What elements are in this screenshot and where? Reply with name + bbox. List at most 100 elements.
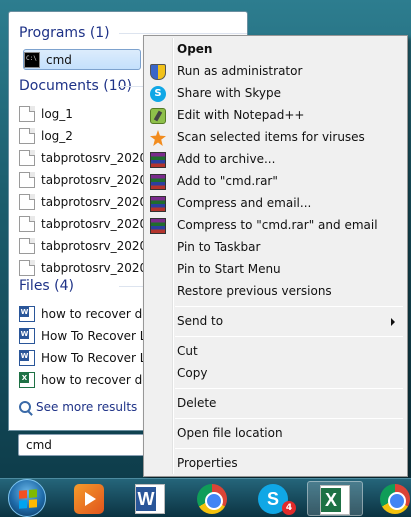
menu-item-label: Edit with Notepad++ [177, 108, 305, 122]
menu-separator [175, 418, 403, 419]
file-item[interactable]: How To Recover L [19, 325, 145, 346]
taskbar: S 4 [0, 478, 411, 517]
file-label: how to recover de [41, 306, 145, 321]
word-doc-icon [19, 327, 35, 344]
programs-header[interactable]: Programs (1) [19, 25, 247, 41]
document-item[interactable]: tabprotosrv_2020_ [19, 147, 145, 168]
document-label: tabprotosrv_2020_ [41, 238, 145, 253]
menu-separator [175, 306, 403, 307]
winrar-icon [150, 196, 166, 212]
taskbar-button-skype[interactable]: S 4 [246, 481, 302, 516]
menu-item-restore-previous-versions[interactable]: Restore previous versions [146, 281, 405, 303]
menu-item-compress-and-email[interactable]: Compress and email... [146, 193, 405, 215]
menu-item-delete[interactable]: Delete [146, 393, 405, 415]
menu-item-properties[interactable]: Properties [146, 453, 405, 475]
text-document-icon [19, 105, 35, 122]
document-label: log_2 [41, 128, 73, 143]
excel-icon [320, 485, 350, 515]
menu-item-share-with-skype[interactable]: S Share with Skype [146, 83, 405, 105]
text-document-icon [19, 127, 35, 144]
file-label: How To Recover L [41, 350, 145, 365]
menu-item-label: Pin to Taskbar [177, 240, 261, 254]
winrar-icon [150, 152, 166, 168]
files-header[interactable]: Files (4) [19, 278, 247, 294]
menu-item-scan-for-viruses[interactable]: Scan selected items for viruses [146, 127, 405, 149]
file-item[interactable]: how to recover de [19, 303, 145, 324]
program-item-cmd[interactable]: cmd [23, 49, 141, 70]
menu-item-add-to-cmd-rar[interactable]: Add to "cmd.rar" [146, 171, 405, 193]
menu-item-copy[interactable]: Copy [146, 363, 405, 385]
start-orb-button[interactable] [8, 479, 46, 517]
menu-item-cut[interactable]: Cut [146, 341, 405, 363]
taskbar-button-excel[interactable] [307, 481, 363, 516]
media-player-icon [74, 484, 104, 514]
menu-item-compress-to-cmd-rar-and-email[interactable]: Compress to "cmd.rar" and email [146, 215, 405, 237]
file-item[interactable]: how to recover de [19, 369, 145, 390]
menu-item-add-to-archive[interactable]: Add to archive... [146, 149, 405, 171]
document-item[interactable]: tabprotosrv_2020_ [19, 213, 145, 234]
excel-doc-icon [19, 371, 35, 388]
menu-item-open-file-location[interactable]: Open file location [146, 423, 405, 445]
search-icon [19, 401, 31, 413]
word-doc-icon [19, 349, 35, 366]
cmd-icon [24, 51, 40, 68]
see-more-label: See more results [36, 400, 138, 414]
menu-item-label: Compress and email... [177, 196, 312, 210]
menu-item-label: Open [177, 42, 213, 56]
menu-item-run-as-administrator[interactable]: Run as administrator [146, 61, 405, 83]
document-label: tabprotosrv_2020_ [41, 260, 145, 275]
menu-item-label: Add to archive... [177, 152, 276, 166]
text-document-icon [19, 237, 35, 254]
documents-header[interactable]: Documents (10) [19, 78, 247, 94]
program-label: cmd [46, 52, 72, 67]
menu-item-label: Delete [177, 396, 217, 410]
menu-item-open[interactable]: Open [146, 39, 405, 61]
file-label: how to recover de [41, 372, 145, 387]
menu-item-pin-to-start-menu[interactable]: Pin to Start Menu [146, 259, 405, 281]
document-label: log_1 [41, 106, 73, 121]
text-document-icon [19, 149, 35, 166]
winrar-icon [150, 218, 166, 234]
document-item[interactable]: tabprotosrv_2020_ [19, 257, 145, 278]
winrar-icon [150, 174, 166, 190]
menu-item-edit-with-notepad-plus-plus[interactable]: Edit with Notepad++ [146, 105, 405, 127]
menu-item-label: Compress to "cmd.rar" and email [177, 218, 378, 232]
document-label: tabprotosrv_2020_ [41, 194, 145, 209]
text-document-icon [19, 193, 35, 210]
menu-item-label: Restore previous versions [177, 284, 332, 298]
menu-item-send-to[interactable]: Send to [146, 311, 405, 333]
document-item[interactable]: log_1 [19, 103, 145, 124]
menu-item-label: Send to [177, 314, 224, 328]
taskbar-button-media-player[interactable] [62, 481, 118, 516]
document-item[interactable]: tabprotosrv_2020_ [19, 191, 145, 212]
document-label: tabprotosrv_2020_ [41, 150, 145, 165]
uac-shield-icon [150, 64, 166, 80]
taskbar-button-chrome[interactable] [185, 481, 241, 516]
menu-item-label: Run as administrator [177, 64, 303, 78]
skype-icon: S [150, 86, 166, 102]
chrome-icon [380, 484, 410, 514]
taskbar-button-word[interactable] [123, 481, 179, 516]
document-item[interactable]: log_2 [19, 125, 145, 146]
menu-item-pin-to-taskbar[interactable]: Pin to Taskbar [146, 237, 405, 259]
menu-item-label: Share with Skype [177, 86, 281, 100]
taskbar-button-chrome-2[interactable] [368, 481, 411, 516]
menu-separator [175, 336, 403, 337]
menu-item-label: Copy [177, 366, 208, 380]
word-doc-icon [19, 305, 35, 322]
document-item[interactable]: tabprotosrv_2020_ [19, 169, 145, 190]
text-document-icon [19, 259, 35, 276]
menu-item-label: Cut [177, 344, 198, 358]
file-item[interactable]: How To Recover L [19, 347, 145, 368]
menu-item-label: Add to "cmd.rar" [177, 174, 278, 188]
document-label: tabprotosrv_2020_ [41, 216, 145, 231]
document-item[interactable]: tabprotosrv_2020_ [19, 235, 145, 256]
text-document-icon [19, 171, 35, 188]
see-more-results-link[interactable]: See more results [19, 400, 137, 414]
start-search-input[interactable]: cmd [18, 434, 158, 456]
avast-icon [150, 130, 166, 146]
word-icon [135, 484, 165, 514]
menu-item-label: Scan selected items for viruses [177, 130, 365, 144]
context-menu: Open Run as administrator S Share with S… [143, 35, 408, 477]
submenu-arrow-icon [391, 318, 395, 326]
